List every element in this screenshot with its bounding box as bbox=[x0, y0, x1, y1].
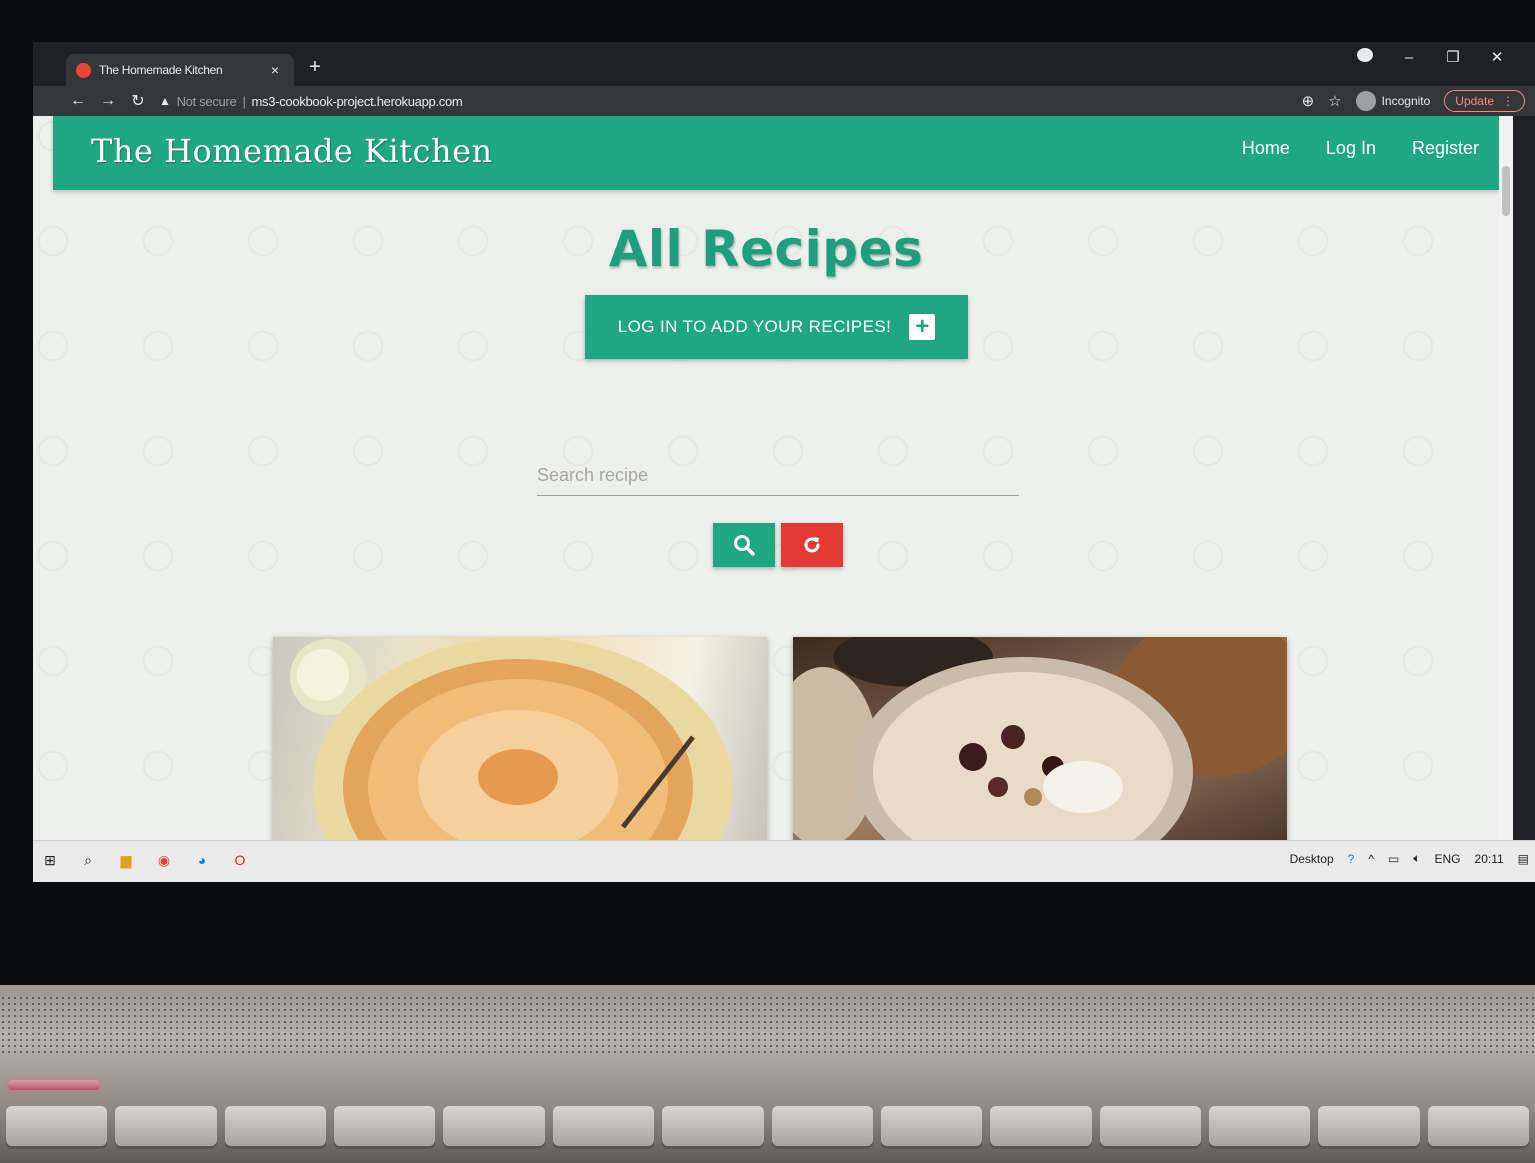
oatmeal-bowl-photo bbox=[793, 637, 1287, 840]
key bbox=[1208, 1106, 1311, 1146]
menu-dots-icon: ⋮ bbox=[1502, 94, 1514, 108]
login-to-add-recipes-button[interactable]: LOG IN TO ADD YOUR RECIPES! + bbox=[585, 295, 968, 359]
page-title: All Recipes bbox=[608, 220, 924, 278]
browser-tab-strip: The Homemade Kitchen × + – ❐ ✕ bbox=[33, 42, 1535, 86]
laptop-deck bbox=[0, 985, 1535, 1163]
star-icon[interactable]: ☆ bbox=[1328, 92, 1341, 110]
security-label: Not secure bbox=[176, 93, 237, 109]
window-controls: – ❐ ✕ bbox=[1357, 42, 1505, 72]
windows-start-icon[interactable]: ⊞ bbox=[41, 851, 59, 869]
taskbar-search-icon[interactable]: ⌕ bbox=[79, 851, 97, 869]
forward-arrow-icon[interactable]: → bbox=[93, 92, 123, 110]
search-button[interactable] bbox=[713, 523, 775, 567]
scrollbar-thumb[interactable] bbox=[1502, 166, 1510, 216]
clock[interactable]: 20:11 bbox=[1475, 852, 1504, 866]
reset-icon bbox=[804, 537, 820, 553]
zoom-icon[interactable]: ⊕ bbox=[1302, 92, 1315, 110]
system-tray: Desktop ? ^ ▭ 🔈︎ ENG 20:11 ▤ bbox=[1290, 851, 1529, 866]
key bbox=[990, 1106, 1092, 1146]
power-led bbox=[8, 1080, 100, 1090]
key bbox=[115, 1106, 217, 1146]
chevron-up-icon[interactable]: ^ bbox=[1368, 852, 1374, 866]
browser-tab[interactable]: The Homemade Kitchen × bbox=[66, 54, 294, 86]
windows-taskbar: ⊞ ⌕ ▆ ◉ ◕ O Desktop ? ^ ▭ 🔈︎ ENG 20:11 ▤ bbox=[33, 840, 1535, 882]
close-tab-icon[interactable]: × bbox=[266, 62, 284, 78]
key bbox=[1099, 1106, 1201, 1146]
update-button[interactable]: Update ⋮ bbox=[1444, 90, 1525, 112]
key bbox=[1318, 1106, 1420, 1146]
key bbox=[443, 1106, 545, 1146]
close-window-icon[interactable]: ✕ bbox=[1489, 48, 1505, 66]
apple-tart-photo bbox=[290, 637, 733, 840]
recipe-card[interactable] bbox=[273, 637, 767, 840]
nav-home[interactable]: Home bbox=[1242, 138, 1290, 159]
key bbox=[1427, 1106, 1530, 1146]
reset-button[interactable] bbox=[781, 523, 843, 567]
search-actions bbox=[713, 523, 843, 567]
incognito-label: Incognito bbox=[1381, 94, 1431, 108]
key bbox=[662, 1106, 764, 1146]
update-label: Update bbox=[1455, 94, 1494, 108]
incognito-icon bbox=[1355, 91, 1376, 111]
restore-icon[interactable]: ❐ bbox=[1445, 48, 1461, 66]
help-icon[interactable]: ? bbox=[1348, 852, 1355, 866]
recipe-card[interactable] bbox=[793, 637, 1287, 840]
edge-icon[interactable]: ◕ bbox=[193, 851, 211, 869]
key bbox=[880, 1106, 983, 1146]
favicon-icon bbox=[76, 62, 91, 78]
back-arrow-icon[interactable]: ← bbox=[63, 92, 93, 110]
chrome-icon[interactable]: ◉ bbox=[155, 851, 173, 869]
nav-register[interactable]: Register bbox=[1412, 138, 1479, 159]
key bbox=[224, 1106, 327, 1146]
toolbar-actions: ⊕ ☆ Incognito Update ⋮ bbox=[1302, 90, 1525, 112]
network-icon[interactable]: ▭ bbox=[1388, 852, 1399, 866]
volume-icon[interactable]: 🔈︎ bbox=[1413, 851, 1420, 866]
language-indicator[interactable]: ENG bbox=[1435, 852, 1461, 866]
tab-title: The Homemade Kitchen bbox=[99, 63, 223, 77]
key bbox=[552, 1106, 655, 1146]
key bbox=[771, 1106, 873, 1146]
search-input[interactable] bbox=[537, 456, 1019, 496]
site-navbar: The Homemade Kitchen Home Log In Registe… bbox=[53, 116, 1499, 190]
site-logo[interactable]: The Homemade Kitchen bbox=[91, 132, 493, 170]
file-explorer-icon[interactable]: ▆ bbox=[117, 851, 135, 869]
profile-icon[interactable] bbox=[1357, 48, 1373, 66]
browser-toolbar: ← → ↻ ▲ Not secure | ms3-cookbook-projec… bbox=[33, 86, 1535, 116]
url-separator: | bbox=[242, 93, 246, 109]
page-scrollbar[interactable] bbox=[1499, 116, 1513, 840]
opera-icon[interactable]: O bbox=[231, 851, 249, 869]
address-bar[interactable]: ▲ Not secure | ms3-cookbook-project.hero… bbox=[159, 88, 1239, 114]
key bbox=[334, 1106, 436, 1146]
url-text: ms3-cookbook-project.herokuapp.com bbox=[251, 93, 463, 109]
nav-login[interactable]: Log In bbox=[1326, 138, 1376, 159]
new-tab-button[interactable]: + bbox=[303, 56, 327, 79]
taskbar-apps: ⊞ ⌕ ▆ ◉ ◕ O bbox=[41, 851, 249, 869]
warning-icon: ▲ bbox=[159, 94, 171, 108]
notifications-icon[interactable]: ▤ bbox=[1518, 852, 1529, 866]
key bbox=[6, 1106, 108, 1146]
laptop-screen: The Homemade Kitchen × + – ❐ ✕ ← → ↻ ▲ N… bbox=[33, 42, 1535, 882]
incognito-indicator[interactable]: Incognito bbox=[1355, 91, 1431, 111]
speaker-grille bbox=[0, 995, 1535, 1055]
nav-links: Home Log In Register bbox=[1242, 138, 1479, 159]
keyboard-row bbox=[0, 1098, 1535, 1163]
plus-icon: + bbox=[909, 314, 936, 340]
reload-icon[interactable]: ↻ bbox=[123, 91, 153, 111]
desktop-toolbar-label[interactable]: Desktop bbox=[1290, 852, 1334, 866]
search-icon bbox=[734, 535, 755, 556]
login-cta-label: LOG IN TO ADD YOUR RECIPES! bbox=[617, 317, 892, 336]
page-viewport: The Homemade Kitchen Home Log In Registe… bbox=[33, 116, 1499, 840]
minimize-icon[interactable]: – bbox=[1401, 49, 1417, 66]
